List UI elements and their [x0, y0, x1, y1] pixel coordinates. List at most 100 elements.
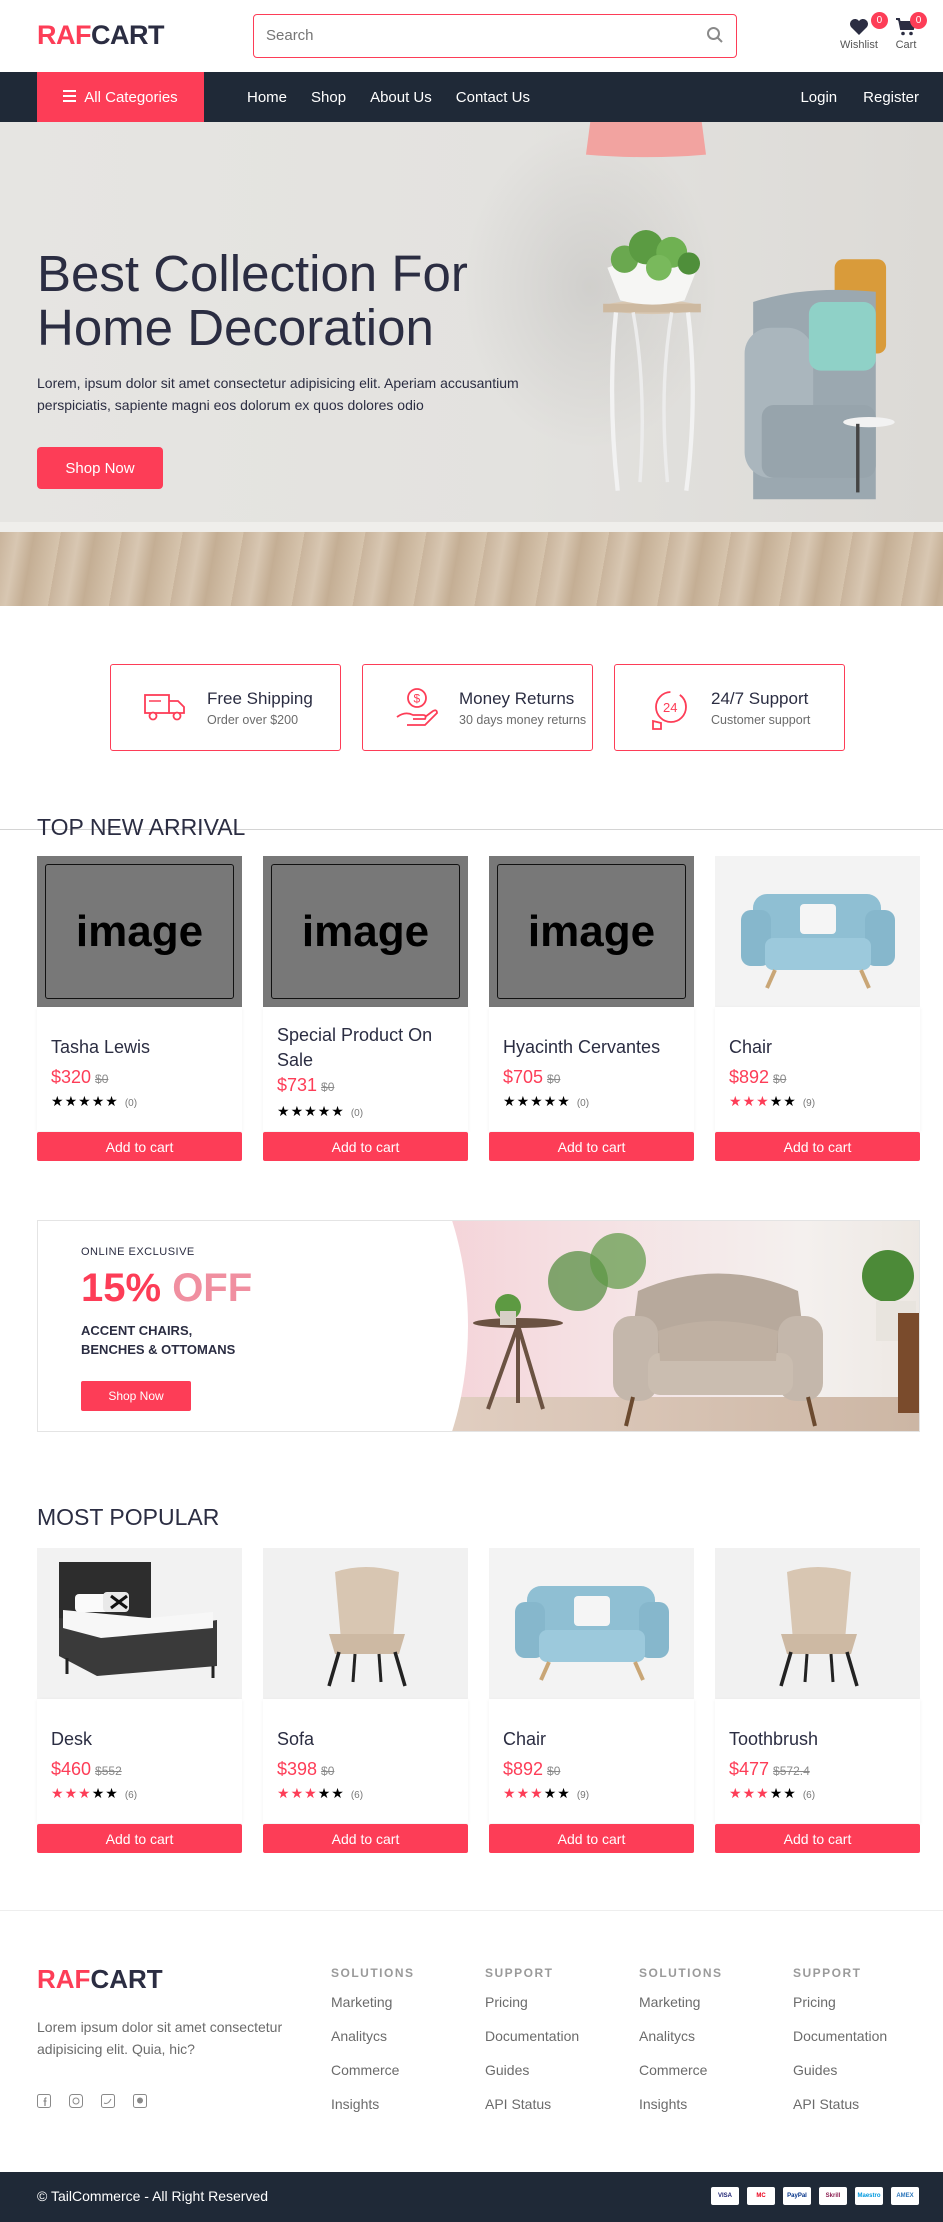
nav-link-contact[interactable]: Contact Us: [456, 89, 530, 106]
star-icon: ★: [742, 1785, 757, 1801]
star-icon: ★: [317, 1103, 332, 1119]
review-count: (6): [124, 1790, 138, 1801]
footer-link[interactable]: API Status: [793, 2096, 887, 2112]
instagram-icon[interactable]: [69, 2094, 83, 2113]
product-card[interactable]: Chair $892 $0 ★★★★★ (9) Add to cart: [715, 856, 920, 1161]
footer-link[interactable]: Guides: [485, 2062, 579, 2078]
add-to-cart-button[interactable]: Add to cart: [489, 1824, 694, 1853]
image-placeholder: image: [271, 864, 460, 999]
product-image[interactable]: image: [37, 856, 242, 1007]
footer-column-support: SUPPORT Pricing Documentation Guides API…: [485, 1966, 579, 2130]
star-icon: ★: [543, 1785, 558, 1801]
add-to-cart-button[interactable]: Add to cart: [263, 1132, 468, 1161]
star-icon: ★: [756, 1785, 770, 1801]
star-icon: ★: [530, 1785, 544, 1801]
footer-link[interactable]: Insights: [331, 2096, 415, 2112]
old-price: $0: [321, 1764, 335, 1778]
star-icon: ★: [105, 1093, 119, 1109]
features-row: Free Shipping Order over $200 $ Money Re…: [0, 606, 943, 806]
product-name[interactable]: Sofa: [277, 1727, 462, 1752]
product-card[interactable]: Toothbrush $477 $572.4 ★★★★★ (6) Add to cart: [715, 1548, 920, 1853]
footer-link[interactable]: Analitycs: [331, 2028, 415, 2044]
all-categories-button[interactable]: All Categories: [37, 72, 204, 122]
current-price: $320: [51, 1067, 92, 1087]
add-to-cart-button[interactable]: Add to cart: [37, 1824, 242, 1853]
wishlist-label: Wishlist: [840, 39, 878, 51]
add-to-cart-button[interactable]: Add to cart: [715, 1824, 920, 1853]
twitter-icon[interactable]: [101, 2094, 115, 2113]
product-name[interactable]: Toothbrush: [729, 1727, 914, 1752]
image-placeholder: image: [45, 864, 234, 999]
nav-link-home[interactable]: Home: [247, 89, 287, 106]
github-icon[interactable]: [133, 2094, 147, 2113]
product-rating: ★★★★★ (6): [51, 1785, 137, 1802]
product-card[interactable]: image Hyacinth Cervantes $705 $0 ★★★★★ (0) Add…: [489, 856, 694, 1161]
product-name[interactable]: Chair: [503, 1727, 688, 1752]
star-icon: ★: [729, 1093, 743, 1109]
register-link[interactable]: Register: [863, 89, 919, 106]
nav-links: Home Shop About Us Contact Us: [247, 72, 530, 122]
product-card[interactable]: Sofa $398 $0 ★★★★★ (6) Add to cart: [263, 1548, 468, 1853]
wishlist-link[interactable]: 0 Wishlist: [840, 12, 888, 51]
search-input[interactable]: [266, 15, 686, 55]
search-icon[interactable]: [706, 26, 724, 49]
product-name[interactable]: Special Product On Sale: [277, 1023, 462, 1073]
footer-link[interactable]: Pricing: [485, 1994, 579, 2010]
product-card-body: Desk $460 $552 ★★★★★ (6): [37, 1699, 242, 1823]
footer-link[interactable]: Commerce: [331, 2062, 415, 2078]
product-image[interactable]: [489, 1548, 694, 1699]
add-to-cart-button[interactable]: Add to cart: [37, 1132, 242, 1161]
footer-link[interactable]: Commerce: [639, 2062, 723, 2078]
footer-link[interactable]: Pricing: [793, 1994, 887, 2010]
footer-link[interactable]: Insights: [639, 2096, 723, 2112]
product-image[interactable]: image: [489, 856, 694, 1007]
login-link[interactable]: Login: [800, 89, 837, 106]
product-name[interactable]: Hyacinth Cervantes: [503, 1035, 688, 1060]
product-card[interactable]: image Tasha Lewis $320 $0 ★★★★★ (0) Add to car…: [37, 856, 242, 1161]
product-card[interactable]: Desk $460 $552 ★★★★★ (6) Add to cart: [37, 1548, 242, 1853]
footer-column-heading: SOLUTIONS: [639, 1966, 723, 1980]
hero-shop-now-button[interactable]: Shop Now: [37, 447, 163, 489]
footer-link[interactable]: Analitycs: [639, 2028, 723, 2044]
nav-link-shop[interactable]: Shop: [311, 89, 346, 106]
product-image[interactable]: [263, 1548, 468, 1699]
footer-link[interactable]: API Status: [485, 2096, 579, 2112]
footer-link[interactable]: Marketing: [639, 1994, 723, 2010]
product-image[interactable]: [715, 856, 920, 1007]
star-icon: ★: [530, 1093, 544, 1109]
footer-logo[interactable]: RAFCART: [37, 1964, 163, 1995]
promo-banner[interactable]: ONLINE EXCLUSIVE 15% OFF ACCENT CHAIRS, …: [37, 1220, 920, 1432]
product-price: $477 $572.4: [729, 1759, 810, 1780]
footer-link[interactable]: Documentation: [793, 2028, 887, 2044]
product-name[interactable]: Desk: [51, 1727, 236, 1752]
footer-link[interactable]: Guides: [793, 2062, 887, 2078]
hero-wood-floor: [0, 532, 943, 606]
add-to-cart-button[interactable]: Add to cart: [489, 1132, 694, 1161]
promo-description: ACCENT CHAIRS, BENCHES & OTTOMANS: [81, 1323, 236, 1357]
star-icon: ★: [516, 1093, 531, 1109]
product-image[interactable]: image: [263, 856, 468, 1007]
facebook-icon[interactable]: [37, 2094, 51, 2113]
footer-link[interactable]: Marketing: [331, 1994, 415, 2010]
cart-link[interactable]: 0 Cart: [895, 12, 927, 51]
product-name[interactable]: Chair: [729, 1035, 914, 1060]
footer-link[interactable]: Documentation: [485, 2028, 579, 2044]
site-logo[interactable]: RAFCART: [37, 20, 165, 51]
product-card-body: Tasha Lewis $320 $0 ★★★★★ (0): [37, 1007, 242, 1131]
product-card[interactable]: image Special Product On Sale $731 $0 ★★★★★(…: [263, 856, 468, 1161]
current-price: $705: [503, 1067, 544, 1087]
star-icon: ★: [78, 1785, 92, 1801]
product-rating: ★★★★★ (0): [51, 1093, 137, 1110]
add-to-cart-button[interactable]: Add to cart: [263, 1824, 468, 1853]
svg-text:$: $: [414, 692, 421, 706]
add-to-cart-button[interactable]: Add to cart: [715, 1132, 920, 1161]
product-card[interactable]: Chair $892 $0 ★★★★★ (9) Add to cart: [489, 1548, 694, 1853]
promo-eyebrow: ONLINE EXCLUSIVE: [81, 1246, 195, 1258]
nav-link-about[interactable]: About Us: [370, 89, 432, 106]
product-image[interactable]: [37, 1548, 242, 1699]
star-icon: ★: [783, 1785, 797, 1801]
product-image[interactable]: [715, 1548, 920, 1699]
product-name[interactable]: Tasha Lewis: [51, 1035, 236, 1060]
current-price: $892: [729, 1067, 770, 1087]
promo-shop-now-button[interactable]: Shop Now: [81, 1381, 191, 1411]
